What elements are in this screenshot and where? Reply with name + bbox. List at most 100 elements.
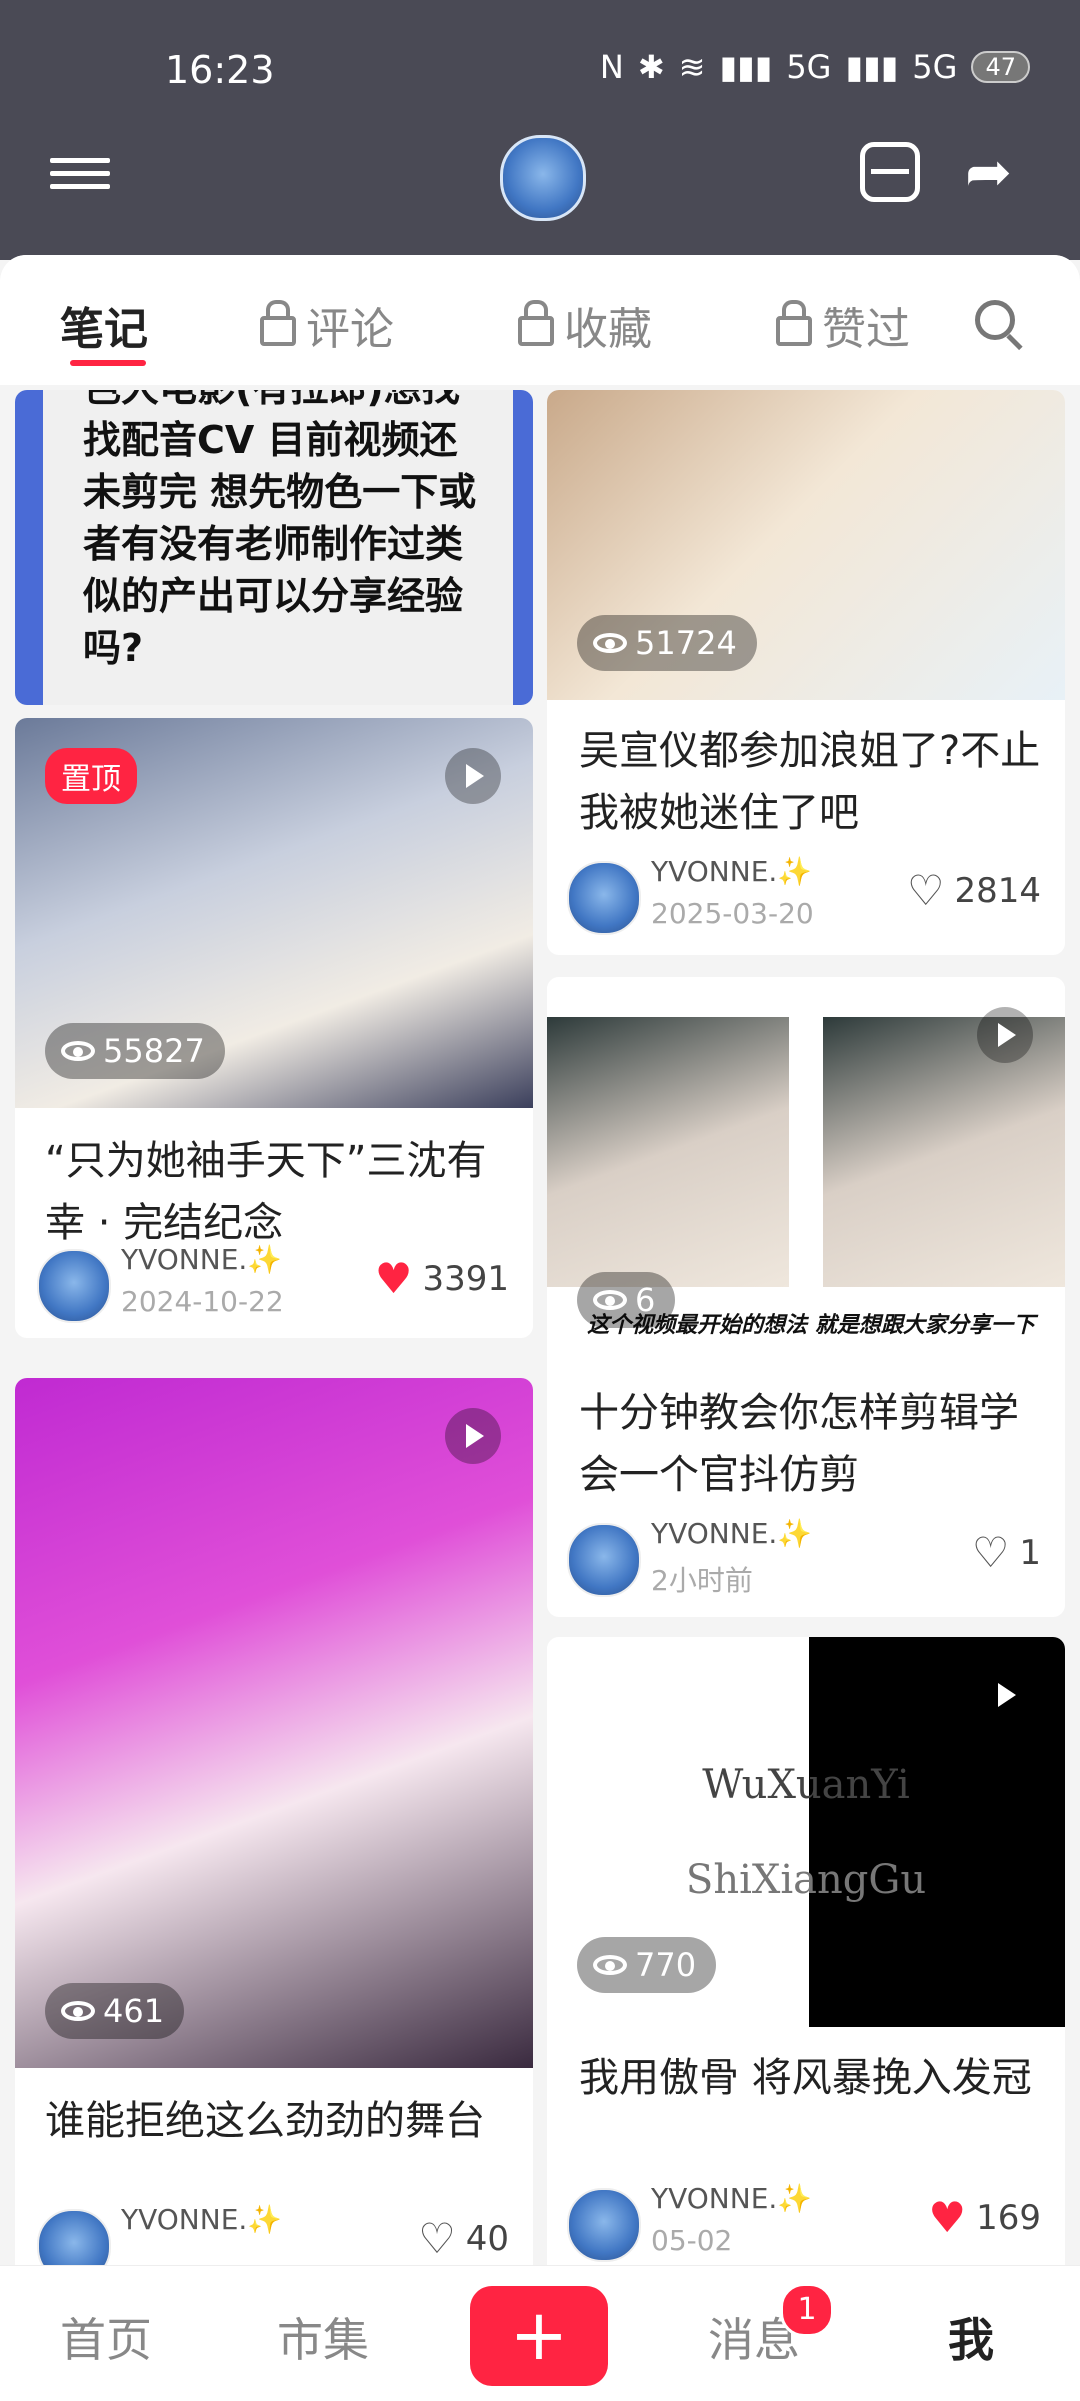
like-button[interactable]: ♡ 2814 (906, 866, 1041, 915)
thumbnail-right-frame (823, 1017, 1065, 1287)
view-count-value: 770 (635, 1946, 697, 1984)
view-count: 6 (577, 1272, 676, 1328)
note-thumbnail (15, 1378, 533, 2068)
note-date: 2小时前 (651, 1564, 753, 1597)
view-count: 770 (577, 1937, 717, 1993)
play-icon (977, 1667, 1033, 1723)
nav-home[interactable]: 首页 (60, 2304, 152, 2370)
view-count-value: 55827 (103, 1032, 205, 1070)
note-text: 色大电影(有拉郎)想找找配音CV 目前视频还未剪完 想先物色一下或者有没有老师制… (83, 390, 477, 670)
network-b: 5G (912, 48, 958, 86)
eye-icon (593, 633, 627, 653)
note-card-pinned[interactable]: 置顶 55827 “只为她袖手天下”三沈有幸 · 完结纪念 YVONNE.✨ 2… (15, 718, 533, 1338)
create-post-button[interactable]: + (470, 2286, 608, 2386)
author-name[interactable]: YVONNE.✨ (121, 2203, 282, 2236)
note-card[interactable]: WuXuanYi ShiXiangGu 770 我用傲骨 将风暴挽入发冠 YVO… (547, 1637, 1065, 2277)
note-title: 吴宣仪都参加浪姐了?不止我被她迷住了吧 (579, 728, 1041, 836)
author-avatar[interactable] (567, 1523, 641, 1597)
note-title: 十分钟教会你怎样剪辑学会一个官抖仿剪 (579, 1390, 1019, 1498)
lock-icon (518, 300, 554, 346)
heart-icon: ♡ (906, 866, 945, 915)
view-count: 461 (45, 1983, 185, 2039)
like-button[interactable]: ♥ 169 (928, 2193, 1041, 2242)
note-card[interactable]: 461 谁能拒绝这么劲劲的舞台 YVONNE.✨ ♡ 40 (15, 1378, 533, 2278)
like-count: 3391 (422, 1259, 509, 1299)
view-count: 55827 (45, 1023, 225, 1079)
battery-indicator: 47 (971, 51, 1030, 83)
eye-icon (593, 1955, 627, 1975)
content-sheet: 笔记 评论 收藏 赞过 色大电影(有拉郎)想找找配音CV 目前视频还未剪完 想先… (0, 255, 1080, 2400)
note-meta: YVONNE.✨ 05-02 ♥ 169 (567, 2182, 1041, 2262)
note-card-text[interactable]: 色大电影(有拉郎)想找找配音CV 目前视频还未剪完 想先物色一下或者有没有老师制… (15, 390, 533, 705)
note-title: 我用傲骨 将风暴挽入发冠 (579, 2055, 1032, 2101)
lock-icon (260, 300, 296, 346)
author-name[interactable]: YVONNE.✨ (651, 1517, 812, 1550)
tab-comments[interactable]: 评论 (260, 293, 394, 357)
tab-favorites-label: 收藏 (564, 304, 652, 355)
heart-icon: ♥ (374, 1254, 413, 1303)
profile-tabs: 笔记 评论 收藏 赞过 (0, 255, 1080, 385)
search-icon[interactable] (975, 300, 1015, 340)
note-date: 2024-10-22 (121, 1285, 284, 1318)
like-count: 2814 (954, 871, 1041, 911)
note-card[interactable]: 这个视频最开始的想法 就是想跟大家分享一下 6 十分钟教会你怎样剪辑学会一个官抖… (547, 977, 1065, 1617)
tab-liked[interactable]: 赞过 (776, 293, 910, 357)
note-title: “只为她袖手天下”三沈有幸 · 完结纪念 (45, 1138, 487, 1246)
heart-icon: ♡ (418, 2214, 456, 2263)
tab-comments-label: 评论 (306, 304, 394, 355)
play-icon (445, 1408, 501, 1464)
note-card[interactable]: 51724 吴宣仪都参加浪姐了?不止我被她迷住了吧 YVONNE.✨ 2025-… (547, 390, 1065, 955)
view-count: 51724 (577, 615, 757, 671)
author-name[interactable]: YVONNE.✨ (651, 2182, 812, 2215)
profile-top-bar: ➦ (0, 130, 1080, 260)
active-tab-indicator (70, 360, 146, 366)
author-name[interactable]: YVONNE.✨ (121, 1243, 282, 1276)
heart-icon: ♡ (971, 1528, 1010, 1577)
author-name[interactable]: YVONNE.✨ (651, 855, 812, 888)
lock-icon (776, 300, 812, 346)
wifi-icon: ≋ (678, 48, 706, 86)
pinned-badge: 置顶 (45, 748, 137, 804)
messages-badge: 1 (780, 2283, 834, 2337)
scan-icon[interactable] (860, 142, 920, 202)
note-title: 谁能拒绝这么劲劲的舞台 (45, 2098, 485, 2144)
status-icons: N ✱ ≋ ▮▮▮ 5G ▮▮▮ 5G 47 (600, 48, 1030, 86)
tab-notes[interactable]: 笔记 (60, 293, 148, 357)
heart-icon: ♥ (928, 2193, 967, 2242)
note-meta: YVONNE.✨ 2024-10-22 ♥ 3391 (37, 1243, 509, 1323)
bluetooth-icon: ✱ (637, 48, 665, 86)
like-count: 1 (1019, 1533, 1041, 1573)
nav-me[interactable]: 我 (948, 2304, 994, 2370)
nav-market[interactable]: 市集 (277, 2304, 369, 2370)
note-text-panel: 色大电影(有拉郎)想找找配音CV 目前视频还未剪完 想先物色一下或者有没有老师制… (43, 390, 513, 705)
author-avatar[interactable] (37, 1249, 111, 1323)
network-a: 5G (786, 48, 832, 86)
avatar[interactable] (500, 135, 586, 221)
eye-icon (61, 2001, 95, 2021)
tab-liked-label: 赞过 (822, 304, 910, 355)
tab-favorites[interactable]: 收藏 (518, 293, 652, 357)
play-icon (445, 748, 501, 804)
like-button[interactable]: ♡ 1 (971, 1528, 1041, 1577)
status-time: 16:23 (165, 48, 275, 92)
like-count: 169 (976, 2198, 1041, 2238)
like-button[interactable]: ♥ 3391 (374, 1254, 509, 1303)
view-count-value: 6 (635, 1281, 656, 1319)
author-avatar[interactable] (567, 2188, 641, 2262)
nfc-icon: N (599, 48, 624, 86)
status-bar: 16:23 N ✱ ≋ ▮▮▮ 5G ▮▮▮ 5G 47 (0, 0, 1080, 130)
share-icon[interactable]: ➦ (965, 140, 1012, 205)
overlay-text-2: ShiXiangGu (685, 1857, 927, 1903)
view-count-value: 51724 (635, 624, 737, 662)
eye-icon (61, 1041, 95, 1061)
play-icon (977, 1007, 1033, 1063)
signal-icon-2: ▮▮▮ (845, 48, 899, 86)
like-count: 40 (465, 2219, 509, 2259)
eye-icon (593, 1290, 627, 1310)
note-date: 05-02 (651, 2224, 733, 2257)
signal-icon: ▮▮▮ (719, 48, 773, 86)
like-button[interactable]: ♡ 40 (418, 2214, 509, 2263)
menu-icon[interactable] (50, 150, 110, 200)
overlay-text-1: WuXuanYi (702, 1762, 910, 1808)
author-avatar[interactable] (567, 861, 641, 935)
